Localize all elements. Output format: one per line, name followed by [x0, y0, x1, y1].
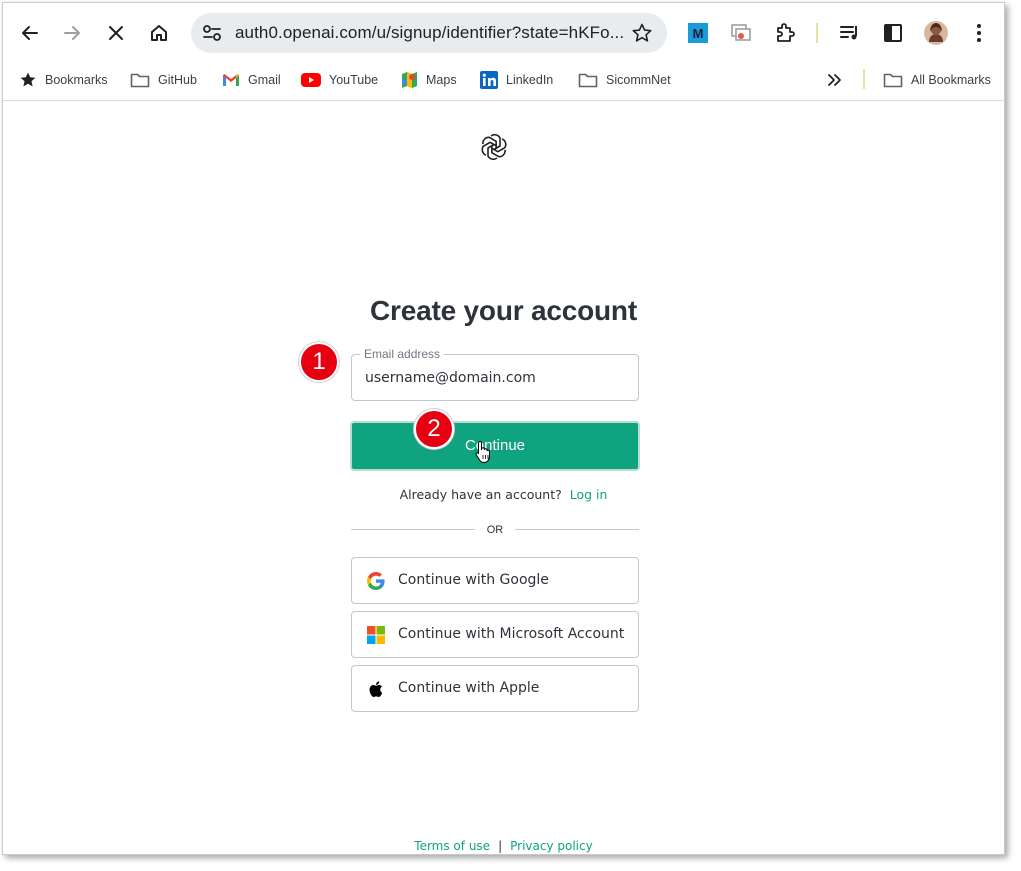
extension-m-icon[interactable]: M	[683, 18, 713, 48]
extensions-puzzle-icon[interactable]	[770, 18, 800, 48]
url-text[interactable]: auth0.openai.com/u/signup/identifier?sta…	[235, 13, 625, 53]
already-have-account-text: Already have an account?	[399, 487, 562, 502]
continue-with-apple-button[interactable]: Continue with Apple	[351, 665, 639, 712]
bookmarks-divider	[863, 69, 865, 89]
divider-line	[515, 529, 639, 530]
forward-icon[interactable]	[57, 18, 87, 48]
maps-icon	[402, 72, 417, 88]
bookmark-linkedin[interactable]: LinkedIn	[480, 63, 553, 97]
bookmark-label: YouTube	[329, 73, 379, 87]
continue-with-microsoft-button[interactable]: Continue with Microsoft Account	[351, 611, 639, 658]
youtube-icon	[301, 73, 321, 87]
browser-toolbar: auth0.openai.com/u/signup/identifier?sta…	[3, 3, 1004, 63]
email-field[interactable]: Email address username@domain.com	[351, 347, 639, 402]
login-prompt: Already have an account? Log in	[3, 487, 1004, 502]
menu-kebab-icon[interactable]	[964, 18, 994, 48]
more-bookmarks-chevron-icon[interactable]	[827, 63, 843, 97]
login-link[interactable]: Log in	[570, 487, 608, 502]
stop-loading-icon[interactable]	[101, 18, 131, 48]
bookmark-bookmarks[interactable]: Bookmarks	[19, 63, 108, 97]
or-text: OR	[486, 524, 504, 536]
bookmark-label: SicommNet	[606, 73, 671, 87]
all-bookmarks-label: All Bookmarks	[911, 73, 991, 87]
bookmark-label: LinkedIn	[506, 73, 554, 87]
all-bookmarks-button[interactable]: All Bookmarks	[883, 63, 991, 97]
folder-icon	[883, 73, 903, 88]
bookmarks-bar: Bookmarks GitHub Gmail YouTube Maps Link…	[3, 63, 1004, 101]
bookmark-youtube[interactable]: YouTube	[301, 63, 378, 97]
social-label: Continue with Google	[398, 572, 549, 588]
or-divider: OR	[351, 522, 639, 538]
linkedin-icon	[480, 71, 498, 89]
bookmark-label: Maps	[426, 73, 457, 87]
bookmark-star-icon[interactable]	[631, 22, 653, 49]
bookmark-sicommnet[interactable]: SicommNet	[578, 63, 671, 97]
folder-icon	[130, 73, 150, 88]
media-queue-icon[interactable]	[835, 18, 865, 48]
continue-button[interactable]: Continue	[350, 421, 640, 471]
privacy-policy-link[interactable]: Privacy policy	[510, 839, 593, 853]
google-icon	[367, 572, 385, 590]
social-label: Continue with Apple	[398, 680, 540, 696]
signup-page: Create your account Email address userna…	[3, 102, 1004, 854]
bookmark-gmail[interactable]: Gmail	[222, 63, 281, 97]
address-bar[interactable]: auth0.openai.com/u/signup/identifier?sta…	[191, 13, 667, 53]
star-icon	[20, 72, 36, 87]
site-settings-icon[interactable]	[201, 23, 223, 48]
bookmark-label: Bookmarks	[45, 73, 108, 87]
footer-separator: |	[498, 839, 503, 853]
gmail-icon	[223, 74, 239, 86]
footer: Terms of use | Privacy policy	[3, 839, 1004, 853]
continue-with-google-button[interactable]: Continue with Google	[351, 557, 639, 604]
apple-icon	[367, 680, 385, 698]
extension-cast-icon[interactable]	[726, 18, 756, 48]
toolbar-divider	[816, 23, 818, 43]
bookmark-github[interactable]: GitHub	[130, 63, 197, 97]
openai-logo-icon	[479, 132, 509, 162]
step-1-badge: 1	[299, 342, 339, 382]
hand-cursor-icon	[475, 440, 491, 469]
svg-text:M: M	[693, 26, 704, 41]
step-2-badge: 2	[414, 409, 454, 449]
side-panel-icon[interactable]	[878, 18, 908, 48]
microsoft-icon	[367, 626, 385, 644]
email-value[interactable]: username@domain.com	[365, 355, 536, 402]
bookmark-maps[interactable]: Maps	[400, 63, 457, 97]
bookmark-label: Gmail	[248, 73, 281, 87]
home-icon[interactable]	[144, 18, 174, 48]
bookmark-label: GitHub	[158, 73, 197, 87]
folder-icon	[578, 73, 598, 88]
social-label: Continue with Microsoft Account	[398, 626, 625, 642]
terms-of-use-link[interactable]: Terms of use	[414, 839, 490, 853]
page-title: Create your account	[370, 295, 637, 326]
profile-avatar[interactable]	[921, 18, 951, 48]
browser-window: auth0.openai.com/u/signup/identifier?sta…	[2, 2, 1005, 855]
back-icon[interactable]	[15, 18, 45, 48]
